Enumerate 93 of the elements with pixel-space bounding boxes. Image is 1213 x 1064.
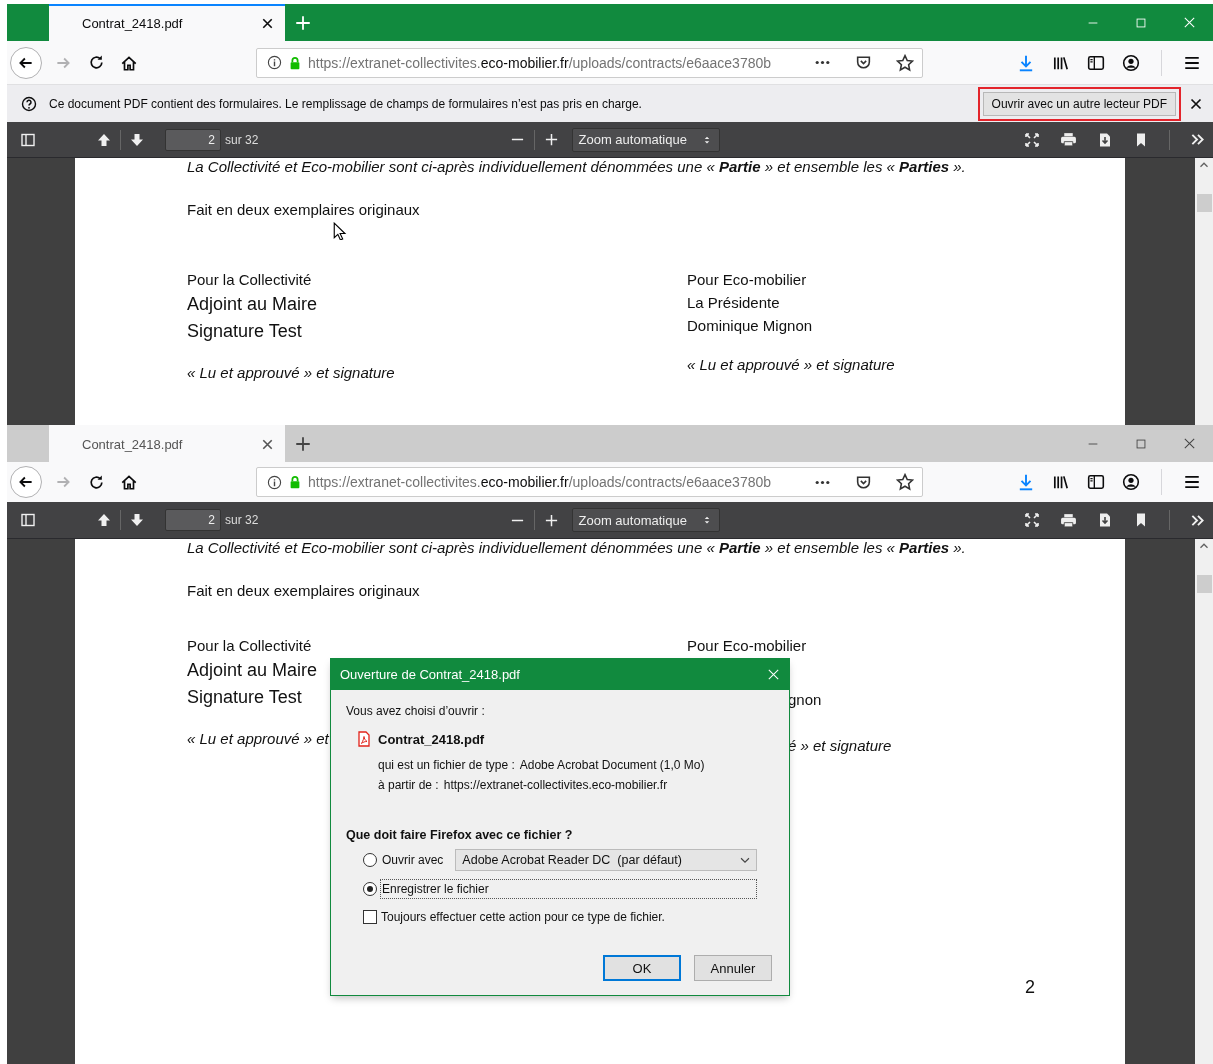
- help-icon: [21, 95, 37, 112]
- address-bar[interactable]: https://extranet-collectivites.eco-mobilier.fr/uploads/contracts/e6aace3780b: [256, 467, 923, 497]
- more-tools-icon[interactable]: [1190, 132, 1205, 147]
- print-icon[interactable]: [1060, 511, 1077, 529]
- page-number: 2: [1025, 977, 1035, 998]
- info-icon[interactable]: [267, 55, 282, 70]
- document-text: Fait en deux exemplaires originaux: [187, 582, 421, 599]
- field-value: Adobe Acrobat Document (1,0 Mo): [519, 757, 705, 774]
- print-icon[interactable]: [1060, 131, 1077, 148]
- pocket-icon[interactable]: [855, 473, 872, 491]
- library-icon[interactable]: [1052, 473, 1070, 491]
- option-label[interactable]: Enregistrer le fichier: [380, 879, 757, 899]
- document-text: La Collectivité et Eco-mobilier sont ci-après individuellement dénommées une « Partie » et ensemble les « Parties ».: [187, 158, 967, 175]
- previous-page-icon[interactable]: [96, 512, 112, 528]
- scrollbar[interactable]: [1195, 539, 1213, 1064]
- back-button[interactable]: [10, 466, 42, 498]
- document-text: Fait en deux exemplaires originaux: [187, 201, 421, 218]
- url-text: https://extranet-collectivites.eco-mobilier.fr/uploads/contracts/e6aace3780b: [308, 474, 773, 490]
- field-label: qui est un fichier de type :: [378, 757, 515, 774]
- download-document-icon[interactable]: [1097, 512, 1113, 528]
- dialog-button[interactable]: OK: [603, 955, 681, 981]
- fullscreen-icon[interactable]: [1024, 512, 1040, 528]
- signature-note: « Lu et approuvé » et signature: [687, 355, 895, 375]
- application-dropdown[interactable]: Adobe Acrobat Reader DC (par défaut): [455, 849, 757, 871]
- dialog-text: Vous avez choisi d’ouvrir :: [346, 704, 486, 718]
- page-number-field[interactable]: 2: [165, 509, 221, 531]
- sidebar-icon[interactable]: [1087, 53, 1105, 72]
- document-text: Signature Test: [187, 320, 302, 343]
- zoom-in-icon[interactable]: [543, 512, 559, 528]
- reload-icon[interactable]: [88, 54, 105, 71]
- home-icon[interactable]: [120, 473, 138, 491]
- checkbox-label[interactable]: Toujours effectuer cette action pour ce type de fichier.: [381, 910, 665, 924]
- scrollbar-thumb[interactable]: [1196, 194, 1212, 212]
- document-text: Dominique Mignon: [687, 316, 813, 336]
- reload-icon[interactable]: [88, 473, 105, 491]
- page-count: sur 32: [225, 132, 259, 147]
- menu-icon[interactable]: [1183, 473, 1201, 491]
- document-text: Pour la Collectivité: [187, 636, 312, 656]
- pdf-file-icon: [356, 731, 372, 747]
- document-text: La Présidente: [687, 293, 780, 313]
- account-icon[interactable]: [1122, 473, 1140, 491]
- scrollbar[interactable]: [1195, 158, 1213, 425]
- star-icon[interactable]: [896, 473, 914, 491]
- next-page-icon[interactable]: [129, 512, 145, 528]
- sidebar-icon[interactable]: [1087, 473, 1105, 491]
- page-count: sur 32: [225, 513, 259, 527]
- download-icon[interactable]: [1017, 473, 1035, 491]
- dialog-title: Ouverture de Contrat_2418.pdf: [340, 667, 521, 682]
- info-icon[interactable]: [267, 474, 282, 490]
- star-icon[interactable]: [896, 53, 914, 72]
- option-label[interactable]: Ouvrir avec: [380, 850, 446, 870]
- zoom-dropdown[interactable]: Zoom automatique: [571, 508, 720, 532]
- document-text: Adjoint au Maire: [187, 659, 318, 682]
- lock-icon: [288, 475, 302, 489]
- radio-button[interactable]: [363, 853, 377, 867]
- sidebar-toggle-icon[interactable]: [20, 131, 36, 148]
- browser-tab[interactable]: Contrat_2418.pdf: [49, 425, 285, 462]
- new-tab-icon[interactable]: [294, 434, 312, 453]
- back-button[interactable]: [10, 46, 42, 79]
- browser-tab[interactable]: Contrat_2418.pdf: [49, 4, 285, 41]
- more-tools-icon[interactable]: [1190, 512, 1205, 528]
- document-text: La Collectivité et Eco-mobilier sont ci-après individuellement dénommées une « Partie » et ensemble les « Parties ».: [187, 539, 967, 556]
- zoom-in-icon[interactable]: [543, 132, 559, 147]
- address-bar[interactable]: https://extranet-collectivites.eco-mobilier.fr/uploads/contracts/e6aace3780b: [256, 47, 923, 78]
- file-name: Contrat_2418.pdf: [378, 731, 485, 747]
- download-icon[interactable]: [1017, 53, 1035, 72]
- url-text: https://extranet-collectivites.eco-mobilier.fr/uploads/contracts/e6aace3780b: [308, 54, 773, 71]
- signature-note: « Lu et approuvé » et: [187, 729, 329, 749]
- document-text: Pour Eco-mobilier: [687, 270, 807, 290]
- fullscreen-icon[interactable]: [1024, 131, 1040, 148]
- sidebar-toggle-icon[interactable]: [20, 512, 36, 528]
- signature-note: « Lu et approuvé » et signature: [187, 363, 395, 383]
- next-page-icon[interactable]: [129, 131, 145, 148]
- field-label: à partir de :: [378, 777, 439, 794]
- pocket-icon[interactable]: [855, 54, 872, 71]
- checkbox[interactable]: [363, 910, 377, 924]
- lock-icon: [288, 55, 302, 70]
- scrollbar-thumb[interactable]: [1196, 575, 1212, 593]
- download-document-icon[interactable]: [1097, 131, 1113, 148]
- document-text: Pour Eco-mobilier: [687, 636, 807, 656]
- close-tab-icon[interactable]: [260, 437, 275, 452]
- document-text: Pour la Collectivité: [187, 270, 312, 290]
- dialog-button[interactable]: Annuler: [694, 955, 772, 981]
- close-tab-icon[interactable]: [260, 16, 275, 31]
- account-icon[interactable]: [1122, 53, 1140, 72]
- radio-button[interactable]: [363, 882, 377, 896]
- page-number-field[interactable]: 2: [165, 128, 221, 151]
- field-value: https://extranet-collectivites.eco-mobilier.fr: [443, 777, 668, 794]
- document-text: Signature Test: [187, 686, 302, 709]
- document-text: Adjoint au Maire: [187, 293, 318, 316]
- notification-message: Ce document PDF contient des formulaires. Le remplissage de champs de formulaires n’est pas pris en charge.: [49, 96, 642, 111]
- dialog-question: Que doit faire Firefox avec ce fichier ?: [346, 828, 574, 842]
- zoom-dropdown[interactable]: Zoom automatique: [571, 127, 720, 152]
